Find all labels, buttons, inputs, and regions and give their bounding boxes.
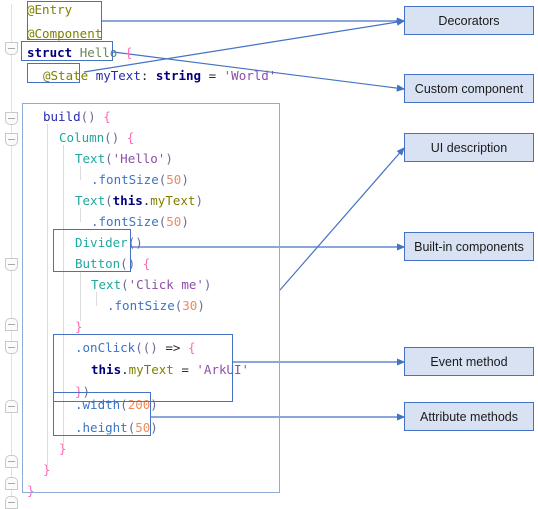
diagram-canvas: @Entry @Component struct Hello {@State myT… bbox=[0, 0, 538, 509]
code-highlight-builtin bbox=[53, 229, 131, 272]
code-highlight-attribute bbox=[53, 392, 151, 436]
callout-decorators: Decorators bbox=[404, 6, 534, 35]
code-highlight-decorators bbox=[27, 1, 102, 40]
callout-attribute: Attribute methods bbox=[404, 402, 534, 431]
callout-builtin: Built-in components bbox=[404, 232, 534, 261]
callout-custom: Custom component bbox=[404, 74, 534, 103]
callout-ui: UI description bbox=[404, 133, 534, 162]
code-highlight-state bbox=[27, 63, 80, 83]
callout-event: Event method bbox=[404, 347, 534, 376]
code-highlight-struct bbox=[21, 41, 113, 61]
